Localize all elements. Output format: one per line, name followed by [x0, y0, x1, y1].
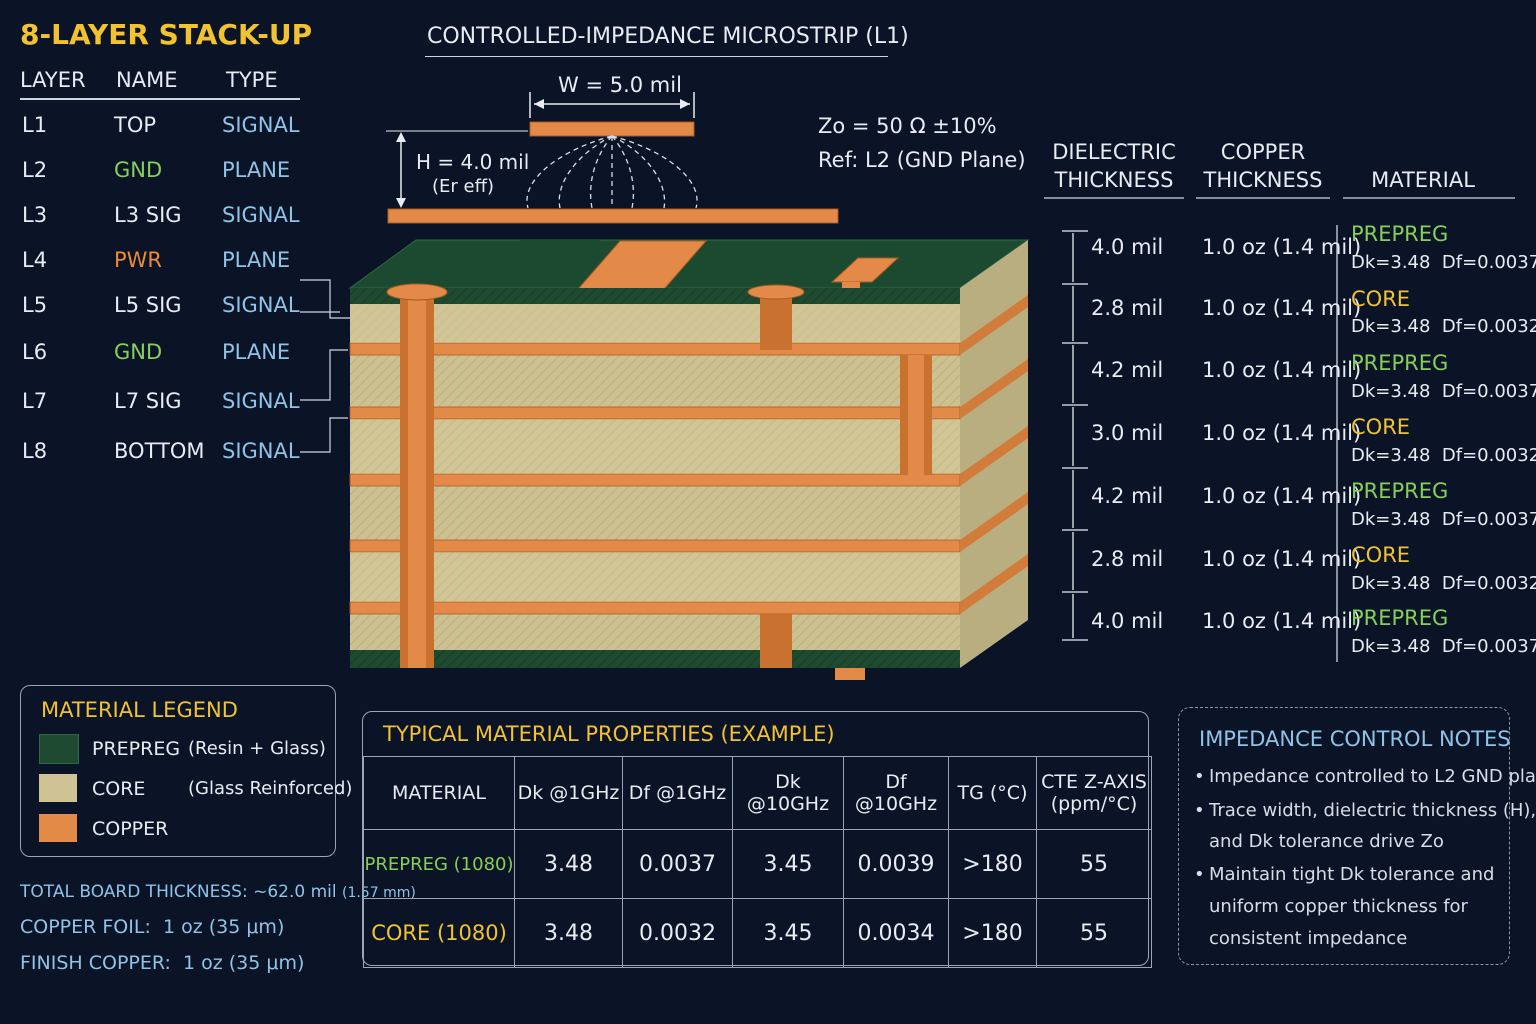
material-props: Dk=3.48 Df=0.0032 [1351, 573, 1536, 594]
note-line: and Dk tolerance drive Zo [1209, 831, 1444, 852]
material-name: PREPREG [1351, 351, 1449, 375]
table-row: PREPREG (1080) 3.48 0.0037 3.45 0.0039 >… [363, 829, 1152, 899]
copper-foil-label: COPPER FOIL: [20, 916, 151, 938]
copper-header-line2: THICKNESS [1203, 168, 1323, 192]
legend-item-name: CORE [92, 778, 146, 800]
cell-df1: 0.0032 [622, 898, 733, 968]
legend-item-name: COPPER [92, 818, 169, 840]
material-name: PREPREG [1351, 479, 1449, 503]
total-thickness: TOTAL BOARD THICKNESS: ~62.0 mil (1.57 m… [20, 882, 416, 902]
material-name: CORE [1351, 415, 1411, 439]
note-line: uniform copper thickness for [1209, 896, 1468, 917]
prepreg-swatch [39, 734, 79, 764]
dielectric-value: 4.0 mil [1091, 235, 1164, 259]
col-df-10ghz: Df @10GHz [843, 756, 949, 830]
cell-cte: 55 [1036, 898, 1152, 968]
material-name: PREPREG [1351, 606, 1449, 630]
note-line: Maintain tight Dk tolerance and [1209, 864, 1495, 885]
copper-swatch [39, 814, 77, 842]
dielectric-value: 2.8 mil [1091, 296, 1164, 320]
finish-copper-value: 1 oz (35 μm) [183, 952, 305, 974]
copper-thickness-header: COPPER THICKNESS [1196, 138, 1330, 194]
row-material: PREPREG (1080) [363, 829, 515, 899]
col-cte: CTE Z-AXIS (ppm/°C) [1036, 756, 1152, 830]
thickness-dimensions [1062, 230, 1088, 641]
cell-df10: 0.0039 [843, 829, 949, 899]
copper-value: 1.0 oz (1.4 mil) [1202, 235, 1362, 259]
cell-dk1: 3.48 [514, 829, 623, 899]
material-props: Dk=3.48 Df=0.0037 [1351, 381, 1536, 402]
copper-value: 1.0 oz (1.4 mil) [1202, 547, 1362, 571]
total-thickness-label: TOTAL BOARD THICKNESS: [20, 882, 248, 902]
dielectric-header-line2: THICKNESS [1054, 168, 1174, 192]
copper-value: 1.0 oz (1.4 mil) [1202, 358, 1362, 382]
cell-tg: >180 [948, 898, 1037, 968]
dielectric-value: 4.2 mil [1091, 484, 1164, 508]
dielectric-value: 3.0 mil [1091, 421, 1164, 445]
dielectric-value: 2.8 mil [1091, 547, 1164, 571]
note-bullet: • [1194, 800, 1205, 821]
material-props: Dk=3.48 Df=0.0037 [1351, 636, 1536, 657]
cell-cte: 55 [1036, 829, 1152, 899]
copper-foil: COPPER FOIL: 1 oz (35 μm) [20, 916, 284, 938]
legend-item-desc: (Glass Reinforced) [188, 778, 353, 799]
legend-title: MATERIAL LEGEND [41, 698, 238, 722]
dielectric-thickness-header: DIELECTRIC THICKNESS [1044, 138, 1184, 194]
notes-title: IMPEDANCE CONTROL NOTES [1199, 727, 1511, 751]
col-dk-1ghz: Dk @1GHz [514, 756, 623, 830]
total-thickness-value: ~62.0 mil [253, 882, 337, 902]
table-row: CORE (1080) 3.48 0.0032 3.45 0.0034 >180… [363, 898, 1152, 968]
note-bullet: • [1194, 766, 1205, 787]
legend-item-name: PREPREG [92, 738, 181, 760]
finish-copper: FINISH COPPER: 1 oz (35 μm) [20, 952, 304, 974]
properties-title: TYPICAL MATERIAL PROPERTIES (EXAMPLE) [383, 722, 835, 746]
col-tg: TG (°C) [948, 756, 1037, 830]
note-line: Impedance controlled to L2 GND plane [1209, 766, 1536, 787]
dielectric-value: 4.0 mil [1091, 609, 1164, 633]
note-line: consistent impedance [1209, 928, 1408, 949]
cell-tg: >180 [948, 829, 1037, 899]
material-properties-table: MATERIAL Dk @1GHz Df @1GHz Dk @10GHz Df … [363, 756, 1152, 968]
cell-df1: 0.0037 [622, 829, 733, 899]
material-name: CORE [1351, 543, 1411, 567]
copper-foil-value: 1 oz (35 μm) [162, 916, 285, 938]
copper-value: 1.0 oz (1.4 mil) [1202, 296, 1362, 320]
material-props: Dk=3.48 Df=0.0032 [1351, 445, 1536, 466]
stackup-block [348, 239, 1030, 680]
col-dk-10ghz: Dk @10GHz [732, 756, 844, 830]
material-legend: MATERIAL LEGEND PREPREG (Resin + Glass) … [20, 685, 352, 857]
material-header: MATERIAL [1371, 168, 1475, 192]
cell-dk10: 3.45 [732, 898, 844, 968]
material-props: Dk=3.48 Df=0.0032 [1351, 316, 1536, 337]
col-cte-line2: (ppm/°C) [1050, 793, 1138, 815]
cell-dk10: 3.45 [732, 829, 844, 899]
dielectric-header-line1: DIELECTRIC [1052, 140, 1176, 164]
finish-copper-label: FINISH COPPER: [20, 952, 171, 974]
col-cte-line1: CTE Z-AXIS [1041, 771, 1147, 793]
layer-leaders [300, 279, 350, 453]
note-line: Trace width, dielectric thickness (H), [1209, 800, 1536, 821]
row-material: CORE (1080) [363, 898, 515, 968]
material-name: CORE [1351, 287, 1411, 311]
copper-header-line1: COPPER [1220, 140, 1306, 164]
dielectric-value: 4.2 mil [1091, 358, 1164, 382]
note-bullet: • [1194, 864, 1205, 885]
material-props: Dk=3.48 Df=0.0037 [1351, 509, 1536, 530]
material-props: Dk=3.48 Df=0.0037 [1351, 252, 1536, 273]
cell-dk1: 3.48 [514, 898, 623, 968]
copper-value: 1.0 oz (1.4 mil) [1202, 484, 1362, 508]
core-swatch [39, 774, 77, 802]
material-name: PREPREG [1351, 222, 1449, 246]
copper-value: 1.0 oz (1.4 mil) [1202, 609, 1362, 633]
copper-value: 1.0 oz (1.4 mil) [1202, 421, 1362, 445]
cell-df10: 0.0034 [843, 898, 949, 968]
col-material: MATERIAL [363, 756, 515, 830]
col-df-1ghz: Df @1GHz [622, 756, 733, 830]
legend-item-desc: (Resin + Glass) [188, 738, 326, 759]
microstrip-diagram [386, 92, 839, 224]
